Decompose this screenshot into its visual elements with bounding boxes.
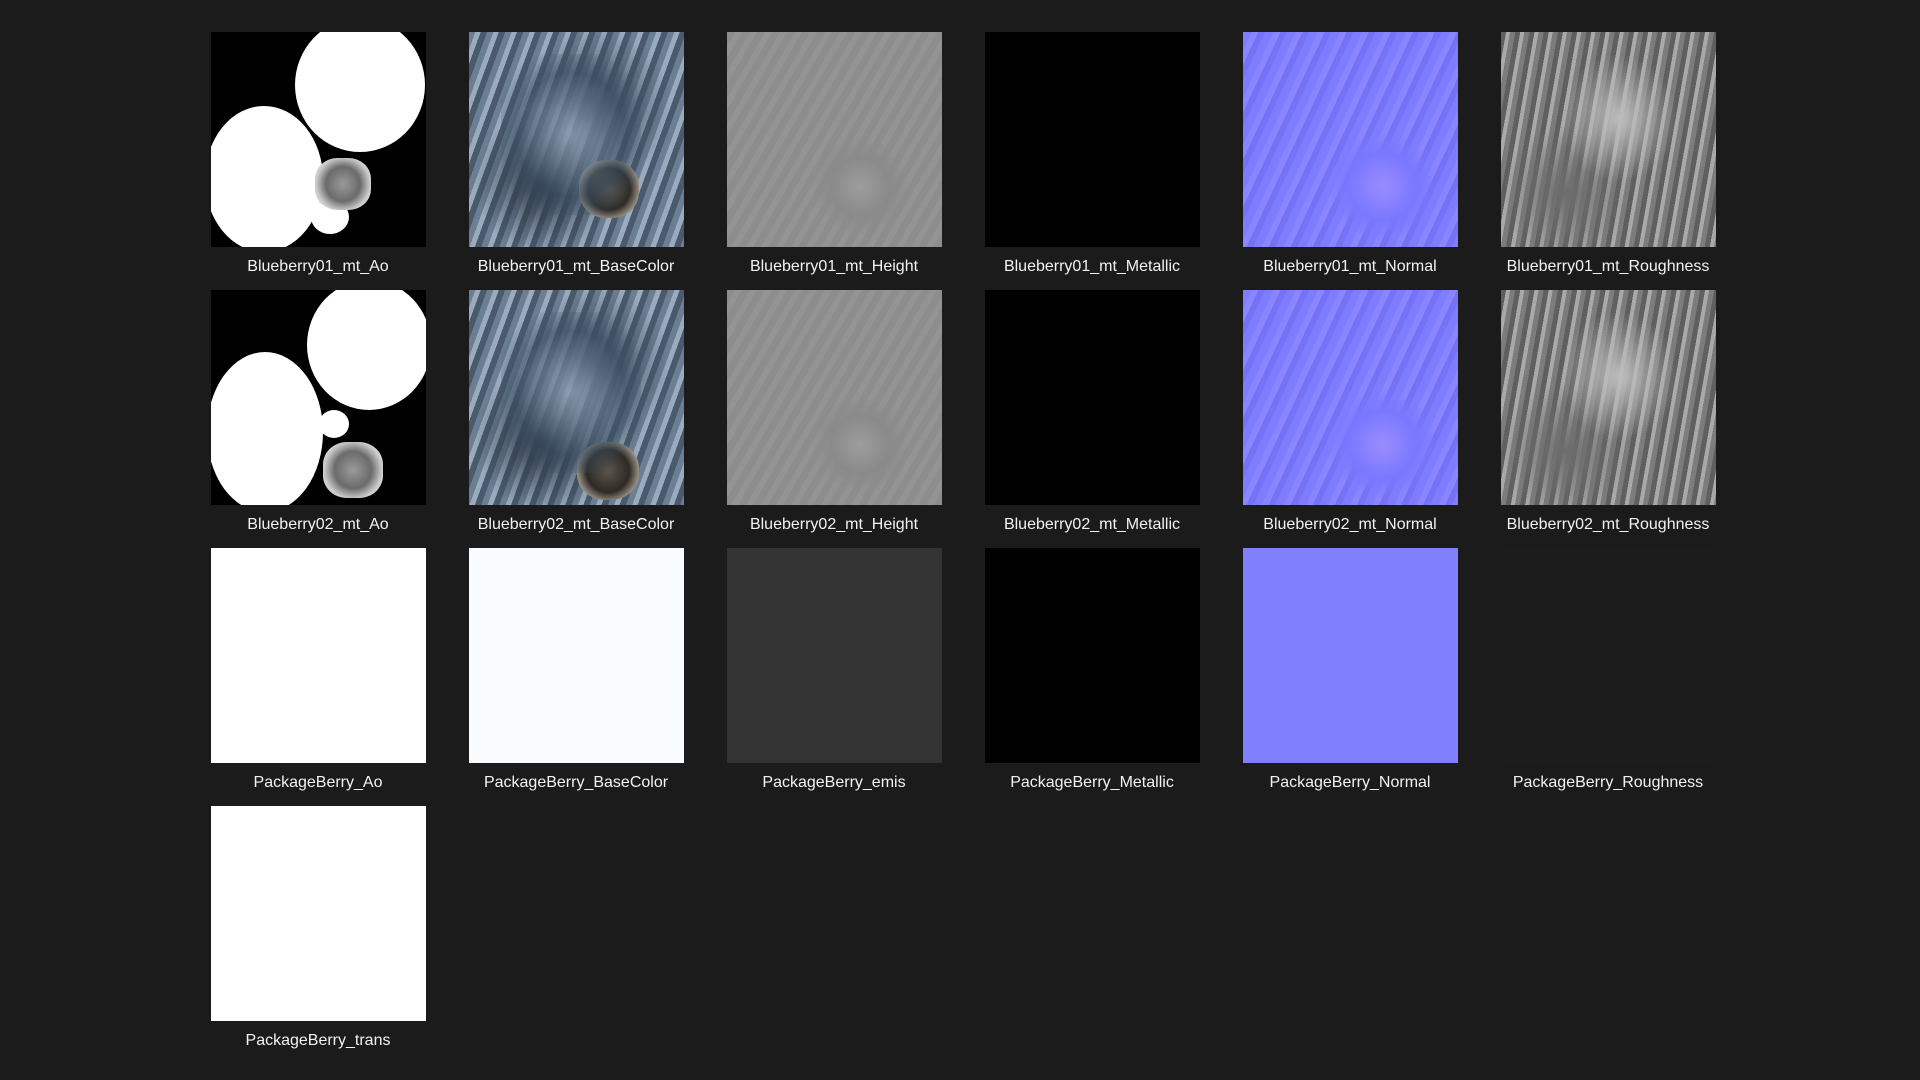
file-tile[interactable]: Blueberry02_mt_Metallic (963, 290, 1221, 548)
texture-thumbnail (210, 806, 426, 1021)
texture-thumbnail (210, 548, 426, 763)
file-tile[interactable]: PackageBerry_Ao (189, 548, 447, 806)
file-name: Blueberry02_mt_Height (749, 516, 919, 533)
texture-thumbnail (210, 290, 426, 505)
file-name: PackageBerry_Ao (253, 774, 383, 791)
texture-thumbnail (726, 548, 942, 763)
file-name: Blueberry02_mt_Ao (247, 516, 389, 533)
file-tile[interactable]: Blueberry02_mt_Height (705, 290, 963, 548)
file-name: Blueberry01_mt_Metallic (1003, 258, 1181, 275)
texture-thumbnail (210, 32, 426, 247)
texture-thumbnail (984, 548, 1200, 763)
file-name: Blueberry02_mt_Metallic (1003, 516, 1181, 533)
file-name: Blueberry02_mt_Normal (1263, 516, 1437, 533)
texture-thumbnail (726, 290, 942, 505)
file-name: Blueberry01_mt_BaseColor (477, 258, 675, 275)
file-name: Blueberry02_mt_BaseColor (477, 516, 675, 533)
file-name: Blueberry02_mt_Roughness (1506, 516, 1710, 533)
file-name: PackageBerry_Normal (1269, 774, 1431, 791)
file-tile[interactable]: Blueberry01_mt_Height (705, 32, 963, 290)
file-name: PackageBerry_BaseColor (483, 774, 669, 791)
file-tile[interactable]: Blueberry02_mt_Ao (189, 290, 447, 548)
file-tile[interactable]: Blueberry02_mt_Normal (1221, 290, 1479, 548)
file-name: Blueberry01_mt_Roughness (1506, 258, 1710, 275)
file-tile[interactable]: Blueberry02_mt_Roughness (1479, 290, 1737, 548)
file-tile[interactable]: Blueberry01_mt_Normal (1221, 32, 1479, 290)
file-name: PackageBerry_emis (762, 774, 906, 791)
file-name: Blueberry01_mt_Height (749, 258, 919, 275)
texture-thumbnail (468, 32, 684, 247)
file-name: PackageBerry_Metallic (1010, 774, 1174, 791)
file-name: Blueberry01_mt_Ao (247, 258, 389, 275)
file-tile[interactable]: PackageBerry_Roughness (1479, 548, 1737, 806)
file-tile[interactable]: PackageBerry_trans (189, 806, 447, 1064)
texture-thumbnail (468, 290, 684, 505)
file-tile[interactable]: PackageBerry_Normal (1221, 548, 1479, 806)
file-tile[interactable]: Blueberry01_mt_Metallic (963, 32, 1221, 290)
file-name: PackageBerry_Roughness (1512, 774, 1704, 791)
file-tile[interactable]: Blueberry02_mt_BaseColor (447, 290, 705, 548)
texture-thumbnail (1500, 548, 1716, 763)
file-tile[interactable]: Blueberry01_mt_BaseColor (447, 32, 705, 290)
file-tile[interactable]: PackageBerry_emis (705, 548, 963, 806)
texture-thumbnail (1242, 548, 1458, 763)
texture-thumbnail (726, 32, 942, 247)
texture-thumbnail (468, 548, 684, 763)
file-tile[interactable]: PackageBerry_Metallic (963, 548, 1221, 806)
file-name: Blueberry01_mt_Normal (1263, 258, 1437, 275)
texture-thumbnail (1500, 290, 1716, 505)
file-name: PackageBerry_trans (245, 1032, 391, 1049)
texture-thumbnail (1500, 32, 1716, 247)
texture-thumbnail (984, 32, 1200, 247)
texture-thumbnail (1242, 32, 1458, 247)
file-tile[interactable]: Blueberry01_mt_Roughness (1479, 32, 1737, 290)
texture-thumbnail (1242, 290, 1458, 505)
texture-thumbnail (984, 290, 1200, 505)
file-tile[interactable]: Blueberry01_mt_Ao (189, 32, 447, 290)
file-thumbnail-grid: Blueberry01_mt_Ao Blueberry01_mt_BaseCol… (210, 32, 1716, 1064)
file-tile[interactable]: PackageBerry_BaseColor (447, 548, 705, 806)
